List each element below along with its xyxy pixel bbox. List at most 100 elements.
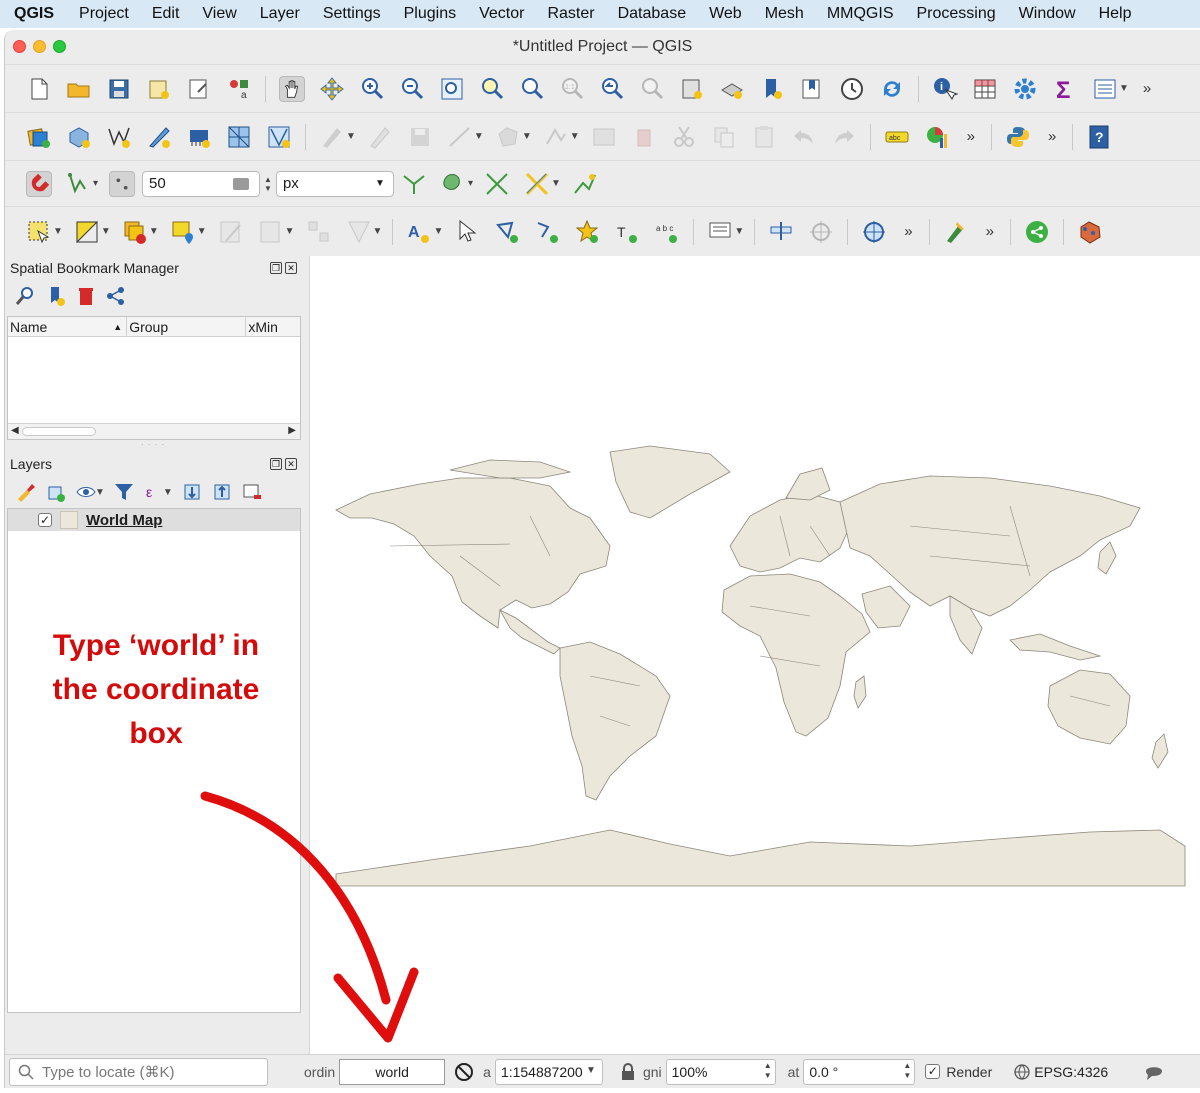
- close-panel-icon[interactable]: ✕: [285, 458, 297, 470]
- self-snapping-icon[interactable]: [524, 171, 550, 197]
- menu-processing[interactable]: Processing: [917, 5, 996, 23]
- expression-dropdown-icon[interactable]: ▼: [163, 487, 173, 498]
- snapping-magnet-icon[interactable]: [26, 170, 52, 197]
- attribute-form-dropdown-icon[interactable]: ▼: [1119, 83, 1129, 94]
- avoid-overlap-dropdown-icon[interactable]: ▾: [468, 178, 473, 189]
- statistical-summary-icon[interactable]: Σ: [1052, 76, 1078, 102]
- menu-view[interactable]: View: [202, 5, 236, 23]
- add-polygon-feature-icon[interactable]: [495, 124, 521, 150]
- toolbar-overflow-icon[interactable]: »: [986, 223, 994, 240]
- new-project-icon[interactable]: [26, 76, 52, 102]
- magnifier-input[interactable]: 100% ▲ ▼: [665, 1058, 776, 1085]
- menu-help[interactable]: Help: [1099, 5, 1132, 23]
- zoom-to-layer-icon[interactable]: [519, 76, 545, 102]
- help-icon[interactable]: ?: [1086, 124, 1112, 150]
- map-canvas[interactable]: [309, 256, 1200, 1054]
- scrollbar-thumb[interactable]: [22, 427, 96, 436]
- add-group-icon[interactable]: [45, 481, 67, 503]
- python-console-icon[interactable]: [1005, 124, 1031, 150]
- crs-button[interactable]: EPSG:4326: [1034, 1064, 1108, 1080]
- self-snapping-dropdown-icon[interactable]: ▼: [551, 178, 561, 189]
- menu-edit[interactable]: Edit: [152, 5, 180, 23]
- snapping-units-select[interactable]: px ▼: [275, 170, 394, 197]
- rotation-input[interactable]: 0.0 ° ▲ ▼: [803, 1058, 916, 1085]
- scale-select[interactable]: 1:154887200 ▼: [494, 1058, 603, 1085]
- pan-map-icon[interactable]: [279, 75, 305, 102]
- processing-toolbox-icon[interactable]: [1012, 76, 1038, 102]
- select-by-expression-icon[interactable]: [74, 219, 100, 245]
- current-edits-dropdown-icon[interactable]: ▼: [346, 131, 356, 142]
- menu-project[interactable]: Project: [79, 5, 129, 23]
- float-panel-icon[interactable]: ❐: [270, 458, 282, 470]
- select-expression-dropdown-icon[interactable]: ▼: [101, 226, 111, 237]
- add-polygon-icon[interactable]: [494, 219, 520, 245]
- modify-attributes-icon[interactable]: [591, 124, 617, 150]
- deselect-dropdown-icon[interactable]: ▼: [149, 226, 159, 237]
- undo-icon[interactable]: [791, 124, 817, 150]
- filter-by-expression-icon[interactable]: ε: [143, 481, 165, 503]
- refresh-icon[interactable]: [879, 76, 905, 102]
- visibility-dropdown-icon[interactable]: ▼: [95, 487, 105, 498]
- snap-intersections-icon[interactable]: [484, 171, 510, 197]
- deselect-features-icon[interactable]: [122, 219, 148, 245]
- vertex-dropdown-icon[interactable]: ▼: [570, 131, 580, 142]
- label-settings-dropdown-icon[interactable]: ▼: [433, 226, 443, 237]
- layer-visibility-checkbox[interactable]: ✓: [38, 513, 52, 527]
- clear-icon[interactable]: [233, 177, 250, 190]
- data-source-manager-icon[interactable]: [26, 124, 52, 150]
- delete-selected-icon[interactable]: [631, 124, 657, 150]
- snapping-layers-icon[interactable]: [66, 171, 92, 197]
- vertex-tool-icon[interactable]: [543, 124, 569, 150]
- paste-features-icon[interactable]: [751, 124, 777, 150]
- mmqgis-icon[interactable]: [1077, 219, 1103, 245]
- new-virtual-layer-icon[interactable]: [186, 124, 212, 150]
- locator-search-input[interactable]: Type to locate (⌘K): [9, 1057, 268, 1086]
- label-tool-icon[interactable]: abc: [884, 124, 910, 150]
- add-feature-dropdown-icon[interactable]: ▼: [474, 131, 484, 142]
- tolerance-stepper[interactable]: ▲ ▼: [264, 175, 272, 193]
- layer-item-world-map[interactable]: ✓ World Map: [8, 509, 300, 531]
- globe-icon[interactable]: [1013, 1063, 1031, 1081]
- zoom-out-icon[interactable]: [399, 76, 425, 102]
- reshape-dropdown-icon[interactable]: ▼: [285, 226, 295, 237]
- coordinate-input[interactable]: world: [339, 1058, 446, 1085]
- menu-settings[interactable]: Settings: [323, 5, 381, 23]
- remove-layer-icon[interactable]: [241, 481, 263, 503]
- column-xmin[interactable]: xMin: [246, 317, 300, 336]
- attribute-form-icon[interactable]: [1092, 76, 1118, 102]
- menu-mesh[interactable]: Mesh: [765, 5, 804, 23]
- temporal-controller-icon[interactable]: [839, 76, 865, 102]
- toggle-editing-icon[interactable]: [367, 124, 393, 150]
- horizontal-scrollbar[interactable]: ◀ ▶: [8, 423, 300, 439]
- diagram-tool-icon[interactable]: [924, 124, 950, 150]
- add-text-annotation-icon[interactable]: T: [614, 219, 640, 245]
- layer-styling-icon[interactable]: [15, 481, 37, 503]
- float-panel-icon[interactable]: ❐: [270, 262, 282, 274]
- snapping-type-icon[interactable]: [109, 170, 136, 197]
- menu-vector[interactable]: Vector: [479, 5, 524, 23]
- stepper-icon[interactable]: ▲ ▼: [903, 1061, 911, 1081]
- add-line-icon[interactable]: [534, 219, 560, 245]
- new-3d-map-view-icon[interactable]: [719, 76, 745, 102]
- menu-app[interactable]: QGIS: [14, 5, 54, 23]
- menu-raster[interactable]: Raster: [547, 5, 594, 23]
- add-bookmark-icon[interactable]: [45, 285, 67, 307]
- column-group[interactable]: Group: [127, 317, 247, 336]
- menu-plugins[interactable]: Plugins: [404, 5, 456, 23]
- zoom-next-icon[interactable]: [639, 76, 665, 102]
- new-temporary-scratch-layer-icon[interactable]: [146, 124, 172, 150]
- messages-icon[interactable]: [1143, 1061, 1165, 1083]
- save-layer-edits-icon[interactable]: [407, 124, 433, 150]
- new-mesh-layer-icon[interactable]: [226, 124, 252, 150]
- select-dropdown-icon[interactable]: ▼: [53, 226, 63, 237]
- new-map-view-icon[interactable]: [679, 76, 705, 102]
- annotation-properties-icon[interactable]: [707, 219, 733, 245]
- toggle-extents-icon[interactable]: [453, 1061, 475, 1083]
- select-features-icon[interactable]: [26, 219, 52, 245]
- manage-visibility-icon[interactable]: [75, 481, 97, 503]
- add-text-along-line-icon[interactable]: a b c: [654, 219, 680, 245]
- snapping-layers-dropdown-icon[interactable]: ▾: [93, 178, 98, 189]
- menu-mmqgis[interactable]: MMQGIS: [827, 5, 894, 23]
- scroll-left-icon[interactable]: ◀: [11, 425, 19, 436]
- topological-editing-icon[interactable]: [401, 171, 427, 197]
